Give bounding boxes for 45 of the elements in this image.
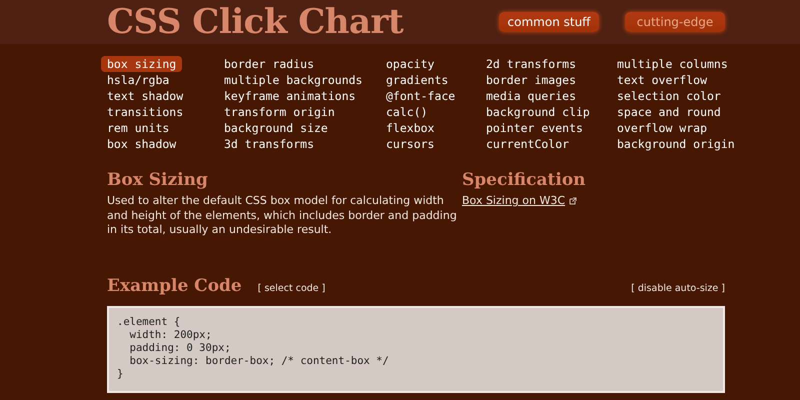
property-link[interactable]: text shadow: [101, 88, 190, 104]
nav-button[interactable]: common stuff: [499, 12, 599, 32]
property-link[interactable]: multiple columns: [611, 56, 734, 72]
property-link[interactable]: gradients: [380, 72, 454, 88]
property-link[interactable]: currentColor: [480, 136, 576, 152]
property-link[interactable]: box shadow: [101, 136, 182, 152]
select-code-link[interactable]: [ select code ]: [258, 282, 326, 294]
property-link[interactable]: cursors: [380, 136, 440, 152]
spec-link[interactable]: Box Sizing on W3C: [462, 194, 566, 207]
property-link[interactable]: border images: [480, 72, 582, 88]
property-link[interactable]: hsla/rgba: [101, 72, 176, 88]
property-link[interactable]: box sizing: [101, 56, 182, 72]
property-link[interactable]: @font-face: [380, 88, 462, 104]
code-line: padding: 0 30px;: [128, 342, 232, 354]
property-link[interactable]: pointer events: [480, 120, 589, 136]
code-line: box-sizing: border-box; /* content-box */: [128, 354, 390, 368]
property-link[interactable]: keyframe animations: [218, 88, 362, 104]
property-link[interactable]: media queries: [480, 88, 582, 104]
property-link[interactable]: space and round: [611, 104, 727, 120]
property-link[interactable]: multiple backgrounds: [218, 72, 368, 88]
property-link[interactable]: background origin: [611, 136, 741, 152]
description-text: Used to alter the default CSS box model for calculating width and height of the elements, which includes border and padding in its total, usually an undesirable result.: [107, 194, 458, 238]
section-heading: Example Code: [107, 276, 242, 296]
property-link[interactable]: 2d transforms: [480, 56, 582, 72]
property-link[interactable]: flexbox: [380, 120, 440, 136]
property-link[interactable]: transitions: [101, 104, 190, 120]
property-link[interactable]: text overflow: [611, 72, 714, 88]
property-link[interactable]: 3d transforms: [218, 136, 320, 152]
property-link[interactable]: background size: [218, 120, 334, 136]
section-heading: Specification: [462, 170, 586, 190]
property-link[interactable]: background clip: [480, 104, 596, 120]
property-link[interactable]: rem units: [101, 120, 176, 136]
property-link[interactable]: calc(): [380, 104, 434, 120]
property-link[interactable]: border radius: [218, 56, 320, 72]
external-link-icon: [569, 196, 578, 204]
property-link[interactable]: opacity: [380, 56, 440, 72]
auto-size-link[interactable]: [ disable auto-size ]: [631, 282, 725, 294]
site-title: CSS Click Chart: [107, 2, 404, 42]
code-line: }: [117, 368, 124, 380]
code-line: width: 200px;: [128, 328, 213, 342]
property-link[interactable]: overflow wrap: [611, 120, 714, 136]
property-link[interactable]: transform origin: [218, 104, 341, 120]
property-link[interactable]: selection color: [611, 88, 727, 104]
code-line: .element {: [117, 316, 182, 328]
section-heading: Box Sizing: [107, 170, 209, 190]
